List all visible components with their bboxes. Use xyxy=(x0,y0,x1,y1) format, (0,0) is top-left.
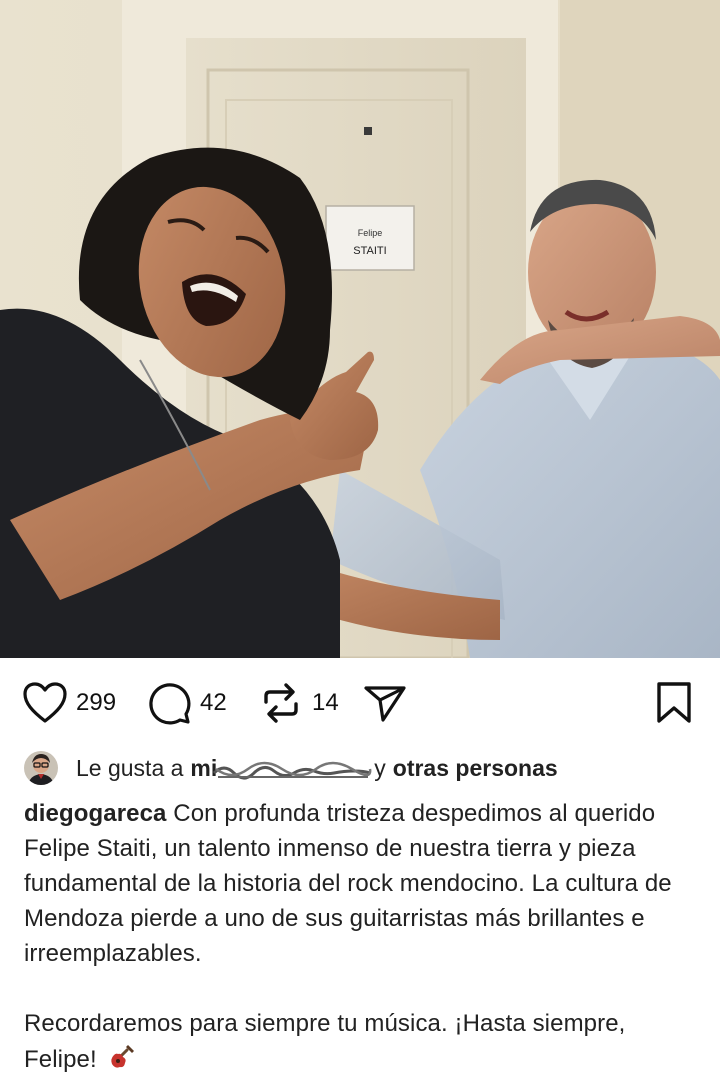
door-sign: Felipe STAITI xyxy=(325,205,415,271)
liker-username[interactable]: mi xyxy=(190,755,372,782)
likes-others[interactable]: otras personas xyxy=(393,755,558,782)
send-icon xyxy=(362,680,408,726)
svg-text:STAITI: STAITI xyxy=(353,245,386,257)
save-button[interactable] xyxy=(654,680,694,726)
bookmark-icon xyxy=(654,681,694,725)
comment-count: 42 xyxy=(200,689,227,716)
comment-bubble-icon xyxy=(146,680,192,726)
post-photo[interactable]: Felipe STAITI xyxy=(0,0,720,658)
likes-connector: y xyxy=(374,754,386,781)
like-count: 299 xyxy=(76,689,117,716)
repost-count: 14 xyxy=(312,689,339,716)
likes-prefix: Le gusta a xyxy=(76,754,184,781)
author-username[interactable]: diegogareca xyxy=(24,800,167,827)
action-bar: 299 42 14 xyxy=(0,658,720,746)
avatar[interactable] xyxy=(24,751,58,785)
comment-button[interactable]: 42 xyxy=(146,680,227,726)
photo-illustration: Felipe STAITI xyxy=(0,0,720,658)
svg-text:Felipe: Felipe xyxy=(358,228,383,238)
repost-button[interactable]: 14 xyxy=(258,680,339,726)
heart-icon xyxy=(22,681,68,725)
share-button[interactable] xyxy=(362,680,408,726)
post-caption: diegogareca Con profunda tristeza desped… xyxy=(24,796,700,1081)
redaction-scribble xyxy=(213,761,372,779)
repost-icon xyxy=(258,680,304,726)
like-button[interactable]: 299 xyxy=(22,680,116,726)
likes-summary[interactable]: Le gusta a mi y otras personas xyxy=(24,748,558,788)
guitar-icon xyxy=(108,1041,138,1081)
